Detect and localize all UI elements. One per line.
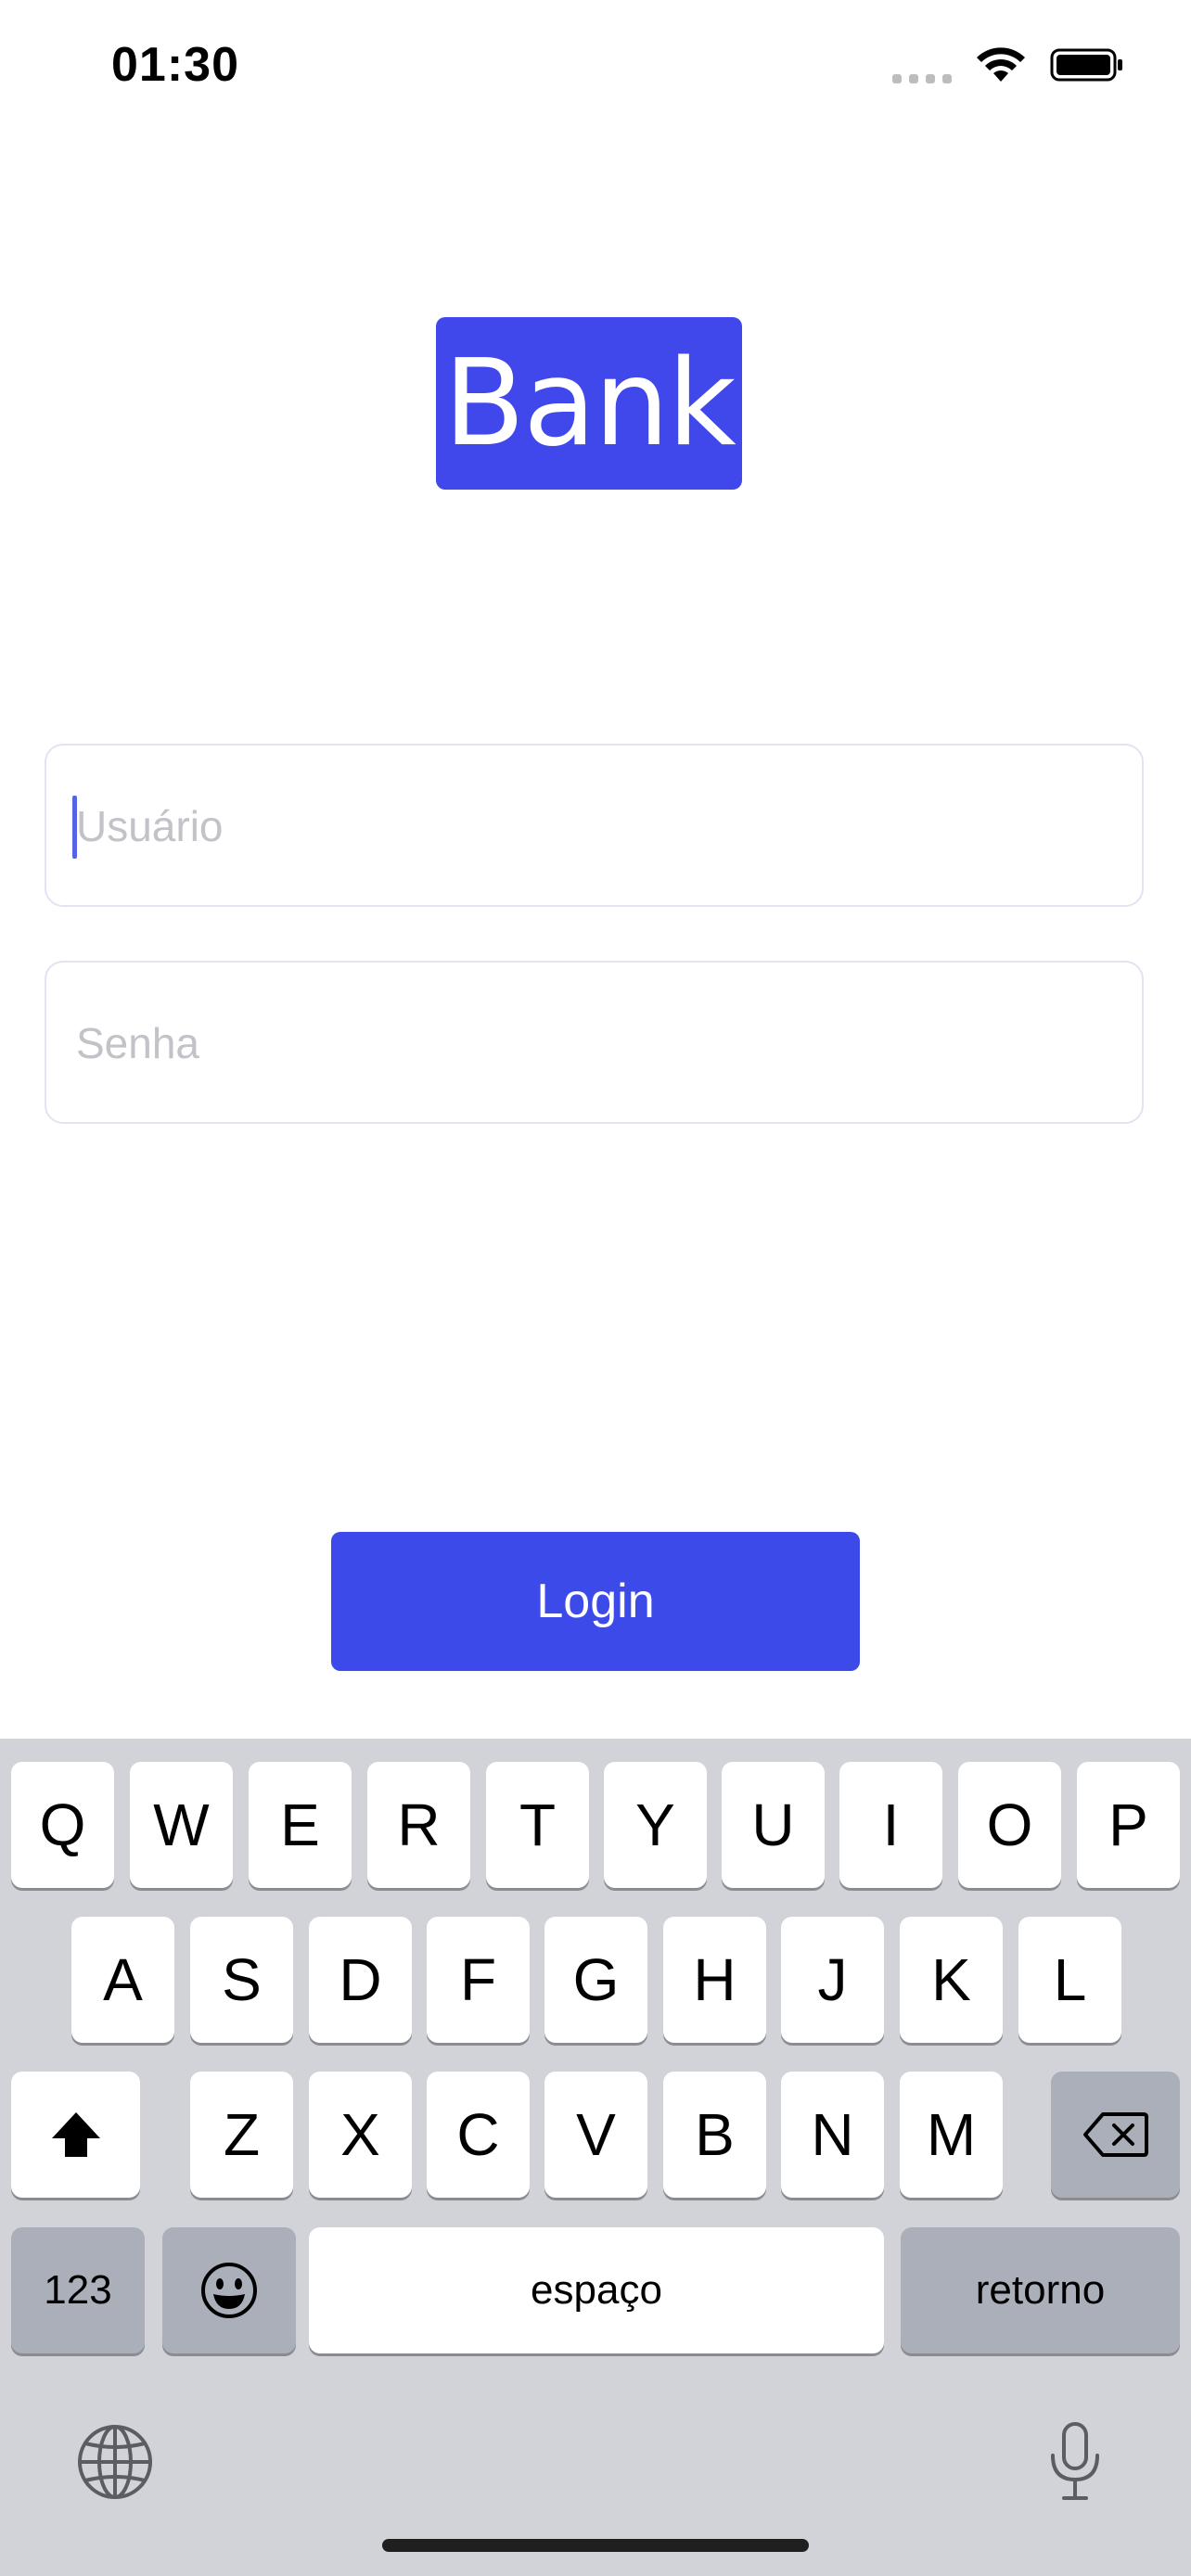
text-caret	[72, 796, 77, 859]
battery-icon	[1050, 48, 1122, 82]
key-u[interactable]: U	[722, 1762, 825, 1888]
key-i[interactable]: I	[839, 1762, 942, 1888]
emoji-icon	[201, 2263, 257, 2318]
space-key[interactable]: espaço	[309, 2227, 884, 2353]
key-r[interactable]: R	[367, 1762, 470, 1888]
key-k[interactable]: K	[900, 1917, 1003, 2043]
key-a[interactable]: A	[71, 1917, 174, 2043]
backspace-icon	[1082, 2112, 1148, 2157]
key-n[interactable]: N	[781, 2072, 884, 2198]
key-e[interactable]: E	[249, 1762, 352, 1888]
key-z[interactable]: Z	[190, 2072, 293, 2198]
shift-key[interactable]	[11, 2072, 140, 2198]
key-y[interactable]: Y	[604, 1762, 707, 1888]
backspace-key[interactable]	[1051, 2072, 1180, 2198]
key-w[interactable]: W	[130, 1762, 233, 1888]
key-p[interactable]: P	[1077, 1762, 1180, 1888]
emoji-key[interactable]	[162, 2227, 296, 2353]
key-h[interactable]: H	[663, 1917, 766, 2043]
key-o[interactable]: O	[958, 1762, 1061, 1888]
key-t[interactable]: T	[486, 1762, 589, 1888]
wifi-icon	[977, 47, 1025, 82]
password-field[interactable]	[45, 961, 1144, 1124]
keyboard: Q W E R T Y U I O P A S D F G H J K L Z …	[0, 1739, 1191, 2576]
key-m[interactable]: M	[900, 2072, 1003, 2198]
status-time: 01:30	[111, 38, 239, 92]
key-v[interactable]: V	[544, 2072, 647, 2198]
bank-logo: Bank	[436, 317, 742, 490]
key-s[interactable]: S	[190, 1917, 293, 2043]
username-field[interactable]	[45, 744, 1144, 907]
numbers-key[interactable]: 123	[11, 2227, 145, 2353]
shift-icon	[51, 2112, 100, 2157]
key-f[interactable]: F	[427, 1917, 530, 2043]
key-q[interactable]: Q	[11, 1762, 114, 1888]
key-l[interactable]: L	[1018, 1917, 1121, 2043]
key-x[interactable]: X	[309, 2072, 412, 2198]
status-icons	[892, 46, 1124, 83]
globe-icon[interactable]	[76, 2423, 154, 2501]
signal-icon	[892, 46, 952, 83]
key-b[interactable]: B	[663, 2072, 766, 2198]
key-g[interactable]: G	[544, 1917, 647, 2043]
username-input[interactable]	[74, 746, 1108, 907]
key-d[interactable]: D	[309, 1917, 412, 2043]
microphone-icon[interactable]	[1046, 2420, 1104, 2504]
status-bar: 01:30	[0, 0, 1191, 139]
password-input[interactable]	[74, 963, 1108, 1124]
login-button[interactable]: Login	[331, 1532, 860, 1671]
home-indicator	[382, 2539, 809, 2552]
return-key[interactable]: retorno	[901, 2227, 1180, 2353]
key-c[interactable]: C	[427, 2072, 530, 2198]
key-j[interactable]: J	[781, 1917, 884, 2043]
